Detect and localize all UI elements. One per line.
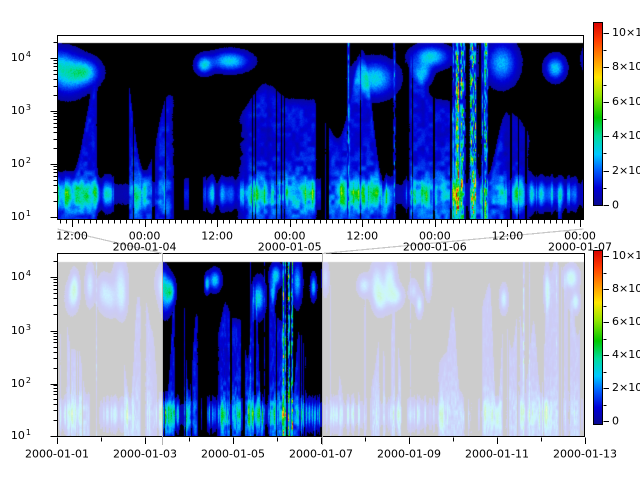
spectrogram-figure: 12:0000:002000-01-0412:0000:002000-01-05… — [0, 0, 640, 480]
top-y-tick-label: 101 — [0, 211, 31, 223]
overview-x-tick-label: 2000-01-09 — [377, 448, 441, 459]
top-x-tick-label: 12:00 — [346, 230, 378, 241]
top-x-tick-label: 00:00 — [129, 230, 161, 241]
overview-colorbar[interactable] — [593, 250, 603, 425]
top-x-tick-label: 00:00 — [564, 230, 596, 241]
overview-colorbar-tick-label: 4×107 — [612, 349, 640, 361]
overview-x-tick-label: 2000-01-11 — [465, 448, 529, 459]
overview-x-tick-label: 2000-01-05 — [201, 448, 265, 459]
top-x-tick-label: 12:00 — [201, 230, 233, 241]
overview-y-tick-label: 102 — [0, 378, 31, 390]
top-colorbar[interactable] — [593, 22, 603, 206]
context-connector-left — [58, 229, 163, 254]
top-x-tick-date-label: 2000-01-05 — [258, 242, 322, 253]
overview-colorbar-tick-label: 2×107 — [612, 382, 640, 394]
top-x-tick-label: 12:00 — [492, 230, 524, 241]
top-x-tick-date-label: 2000-01-04 — [113, 242, 177, 253]
overview-y-tick-label: 104 — [0, 271, 31, 283]
overview-y-tick-label: 101 — [0, 430, 31, 442]
overview-colorbar-tick-label: 10×107 — [612, 250, 640, 262]
top-spectrogram-canvas[interactable] — [57, 35, 584, 220]
top-y-tick-label: 104 — [0, 52, 31, 64]
overview-x-tick-label: 2000-01-01 — [25, 448, 89, 459]
top-x-tick-label: 00:00 — [274, 230, 306, 241]
top-y-tick-label: 103 — [0, 105, 31, 117]
top-colorbar-tick-label: 4×107 — [612, 130, 640, 142]
overview-colorbar-tick-label: 8×107 — [612, 283, 640, 295]
overview-x-tick-label: 2000-01-13 — [553, 448, 617, 459]
top-y-tick-label: 102 — [0, 158, 31, 170]
top-x-tick-label: 00:00 — [419, 230, 451, 241]
overview-colorbar-tick-label: 0 — [612, 416, 619, 427]
top-x-tick-date-label: 2000-01-06 — [403, 242, 467, 253]
top-colorbar-tick-label: 8×107 — [612, 61, 640, 73]
overview-y-tick-label: 103 — [0, 325, 31, 337]
top-colorbar-tick-label: 0 — [612, 200, 619, 211]
overview-x-tick-label: 2000-01-03 — [113, 448, 177, 459]
context-selection-region[interactable] — [162, 253, 322, 437]
top-colorbar-tick-label: 6×107 — [612, 96, 640, 108]
top-colorbar-tick-label: 2×107 — [612, 165, 640, 177]
context-connector-right — [323, 229, 584, 254]
overview-colorbar-tick-label: 6×107 — [612, 316, 640, 328]
top-x-tick-label: 12:00 — [56, 230, 88, 241]
top-colorbar-tick-label: 10×107 — [612, 27, 640, 39]
overview-x-tick-label: 2000-01-07 — [289, 448, 353, 459]
overview-plot-area — [57, 253, 585, 437]
